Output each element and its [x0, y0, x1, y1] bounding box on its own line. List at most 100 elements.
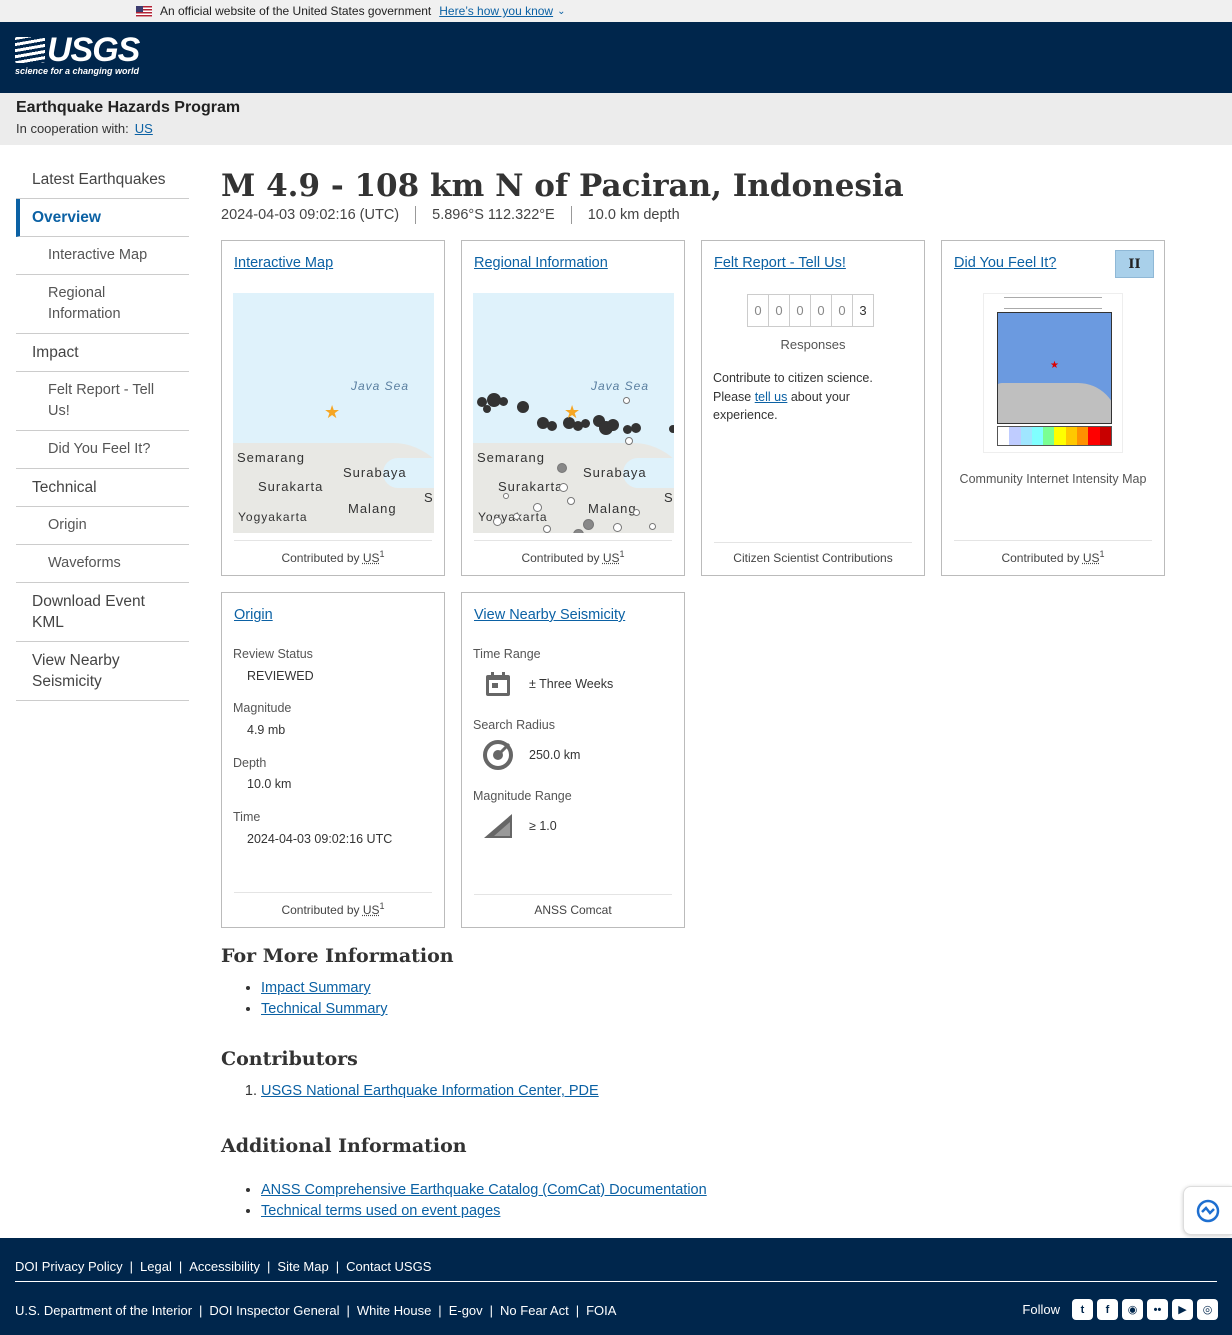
seismicity-dot	[633, 509, 640, 516]
footer-link[interactable]: Accessibility	[189, 1259, 260, 1274]
nav-felt-report[interactable]: Felt Report - Tell Us!	[16, 372, 189, 431]
seismicity-dot	[631, 423, 641, 433]
footer-link[interactable]: Contact USGS	[346, 1259, 431, 1274]
card-interactive-map: Interactive Map Java Sea Semarang Suraba…	[221, 240, 445, 576]
tell-us-link[interactable]: tell us	[755, 390, 788, 404]
section-title-contributors: Contributors	[221, 1048, 358, 1070]
card-felt-report: Felt Report - Tell Us! 0 0 0 0 0 3 Respo…	[701, 240, 925, 576]
main-content: M 4.9 - 108 km N of Paciran, Indonesia 2…	[221, 160, 1201, 1219]
card-title-dyfi[interactable]: Did You Feel It?	[954, 255, 1056, 271]
nav-origin[interactable]: Origin	[16, 507, 189, 545]
footer-link[interactable]: DOI Inspector General	[209, 1303, 339, 1318]
origin-magnitude-label: Magnitude	[233, 701, 292, 715]
how-you-know-link[interactable]: Here’s how you know	[439, 4, 553, 18]
seismicity-dot	[493, 517, 502, 526]
nav-download-kml[interactable]: Download Event KML	[16, 583, 189, 642]
nav-technical[interactable]: Technical	[16, 469, 189, 507]
footer-link[interactable]: No Fear Act	[500, 1303, 569, 1318]
origin-depth-label: Depth	[233, 756, 267, 770]
dyfi-caption: Community Internet Intensity Map	[959, 472, 1147, 486]
footer-link[interactable]: DOI Privacy Policy	[15, 1259, 123, 1274]
card-title-interactive-map[interactable]: Interactive Map	[234, 255, 333, 271]
card-title-origin[interactable]: Origin	[234, 607, 273, 623]
feedback-button[interactable]	[1183, 1186, 1232, 1235]
footer-link[interactable]: Legal	[140, 1259, 172, 1274]
nav-regional-information[interactable]: Regional Information	[16, 275, 189, 334]
counter-digit: 0	[768, 294, 790, 327]
contributors-list: USGS National Earthquake Information Cen…	[261, 1081, 599, 1102]
nav-dyfi[interactable]: Did You Feel It?	[16, 431, 189, 469]
chevron-down-icon[interactable]: ⌄	[557, 6, 565, 17]
map-city-label: S	[424, 490, 434, 505]
seismicity-dot	[583, 519, 594, 530]
footer-link[interactable]: FOIA	[586, 1303, 616, 1318]
regional-map-thumbnail[interactable]: Java Sea Semarang Surabaya Surakarta Mal…	[473, 293, 674, 533]
seismicity-dot	[547, 421, 557, 431]
time-range-label: Time Range	[473, 647, 541, 661]
nav-nearby-seismicity[interactable]: View Nearby Seismicity	[16, 642, 189, 701]
mmi-badge: II	[1115, 250, 1154, 278]
card-footer: Contributed by US1	[234, 892, 432, 917]
card-footer: Contributed by US1	[954, 540, 1152, 565]
github-icon[interactable]: ◉	[1122, 1299, 1143, 1320]
epicenter-star-icon: ★	[564, 402, 581, 422]
footer-links-primary: DOI Privacy Policy | Legal | Accessibility…	[15, 1259, 432, 1274]
cooperation-link-us[interactable]: US	[135, 121, 153, 136]
instagram-icon[interactable]: ◎	[1197, 1299, 1218, 1320]
additional-info-list: ANSS Comprehensive Earthquake Catalog (C…	[261, 1180, 707, 1222]
impact-summary-link[interactable]: Impact Summary	[261, 980, 371, 996]
nav-overview[interactable]: Overview	[16, 199, 189, 237]
comcat-documentation-link[interactable]: ANSS Comprehensive Earthquake Catalog (C…	[261, 1182, 707, 1198]
card-title-nearby-seismicity[interactable]: View Nearby Seismicity	[474, 607, 625, 623]
map-city-label: S	[664, 490, 674, 505]
gov-banner-text: An official website of the United States…	[160, 4, 432, 18]
footer-link[interactable]: U.S. Department of the Interior	[15, 1303, 192, 1318]
nav-waveforms[interactable]: Waveforms	[16, 545, 189, 583]
card-footer: Contributed by US1	[234, 540, 432, 565]
youtube-icon[interactable]: ▶	[1172, 1299, 1193, 1320]
seismicity-dot	[513, 513, 520, 520]
card-title-regional-information[interactable]: Regional Information	[474, 255, 608, 271]
seismicity-dot	[669, 425, 674, 433]
technical-summary-link[interactable]: Technical Summary	[261, 1001, 388, 1017]
usgs-logo[interactable]: USGS science for a changing world	[15, 32, 140, 76]
facebook-icon[interactable]: f	[1097, 1299, 1118, 1320]
counter-digit: 0	[831, 294, 853, 327]
seismicity-dot	[573, 529, 584, 533]
contributor-link-pde[interactable]: USGS National Earthquake Information Cen…	[261, 1083, 599, 1099]
technical-terms-link[interactable]: Technical terms used on event pages	[261, 1203, 500, 1219]
nav-impact[interactable]: Impact	[16, 334, 189, 372]
seismicity-dot	[607, 419, 619, 431]
responses-label: Responses	[780, 337, 846, 352]
map-city-label: Semarang	[237, 450, 305, 465]
dyfi-intensity-map-thumbnail[interactable]: ★	[983, 293, 1123, 453]
magnitude-icon	[473, 808, 523, 844]
map-city-label: Surakarta	[258, 479, 324, 494]
footer-link[interactable]: Site Map	[277, 1259, 328, 1274]
twitter-icon[interactable]: t	[1072, 1299, 1093, 1320]
cooperation: In cooperation with: US	[16, 121, 153, 136]
flickr-icon[interactable]: ••	[1147, 1299, 1168, 1320]
seismicity-dot	[649, 523, 656, 530]
origin-depth-value: 10.0 km	[247, 777, 292, 791]
epicenter-star-icon: ★	[324, 402, 341, 422]
site-header: USGS science for a changing world	[0, 22, 1232, 93]
magnitude-range-label: Magnitude Range	[473, 789, 572, 803]
program-name[interactable]: Earthquake Hazards Program	[16, 99, 1216, 117]
card-nearby-seismicity: View Nearby Seismicity Time Range ± Thre…	[461, 592, 685, 928]
event-depth: 10.0 km depth	[570, 206, 696, 224]
card-footer: ANSS Comcat	[474, 894, 672, 917]
search-radius-label: Search Radius	[473, 718, 555, 732]
card-title-felt-report[interactable]: Felt Report - Tell Us!	[714, 255, 846, 271]
interactive-map-thumbnail[interactable]: Java Sea Semarang Surabaya Surakarta Mal…	[233, 293, 434, 533]
nav-latest-earthquakes[interactable]: Latest Earthquakes	[16, 161, 189, 199]
epicenter-star-icon: ★	[1050, 360, 1059, 371]
card-origin: Origin Review Status REVIEWED Magnitude …	[221, 592, 445, 928]
sidebar-nav: Latest Earthquakes Overview Interactive …	[16, 161, 189, 701]
nav-interactive-map[interactable]: Interactive Map	[16, 237, 189, 275]
footer-link[interactable]: E-gov	[449, 1303, 483, 1318]
seismicity-dot	[543, 525, 551, 533]
origin-magnitude-value: 4.9 mb	[247, 723, 286, 737]
footer-link[interactable]: White House	[357, 1303, 431, 1318]
gov-banner: An official website of the United States…	[0, 0, 1232, 22]
